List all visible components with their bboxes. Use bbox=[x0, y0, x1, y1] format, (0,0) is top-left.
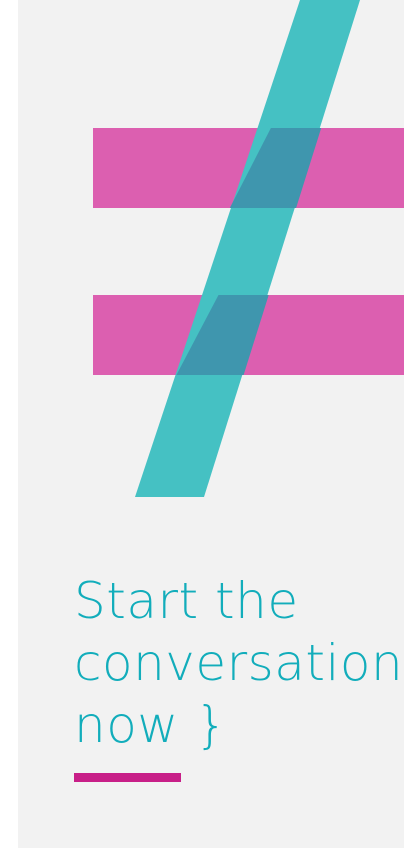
headline: Start the conversation now } bbox=[74, 572, 404, 754]
not-equal-sign-icon bbox=[93, 0, 404, 497]
headline-underline bbox=[74, 773, 181, 782]
slash-stroke bbox=[135, 0, 360, 497]
promo-panel: Start the conversation now } bbox=[18, 0, 404, 848]
